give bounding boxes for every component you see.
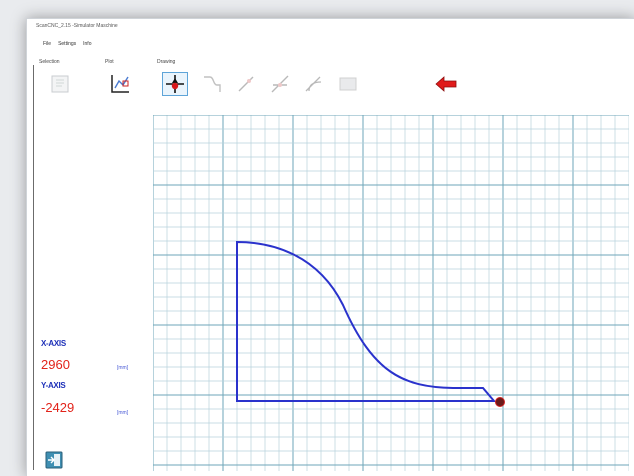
app-window: ScanCNC_2.15 -Simulator Maschine File Se… <box>26 18 634 476</box>
drawing-canvas[interactable] <box>153 115 629 471</box>
select-file-button[interactable] <box>47 72 73 96</box>
rectangle-icon <box>339 77 357 91</box>
document-icon <box>51 75 69 93</box>
contour-icon <box>204 76 221 92</box>
window-title: ScanCNC_2.15 -Simulator Maschine <box>36 23 118 29</box>
sidebar-divider <box>33 65 34 470</box>
intersection-icon <box>271 75 289 93</box>
end-point-marker <box>495 397 505 407</box>
menu-bar: File Settings Info <box>43 41 91 47</box>
group-label-selection: Selection <box>39 59 60 65</box>
exit-button[interactable] <box>43 449 65 471</box>
group-label-drawing: Drawing <box>157 59 176 65</box>
back-button[interactable] <box>433 72 459 96</box>
draw-point-button[interactable] <box>162 72 188 96</box>
x-axis-label: X-AXIS <box>41 339 66 348</box>
draw-line-button[interactable] <box>233 72 259 96</box>
arrow-left-icon <box>435 76 457 92</box>
y-axis-value: -2429 <box>41 400 75 415</box>
menu-item-file[interactable]: File <box>43 41 51 47</box>
x-axis-unit: [mm] <box>117 365 129 371</box>
y-axis-unit: [mm] <box>117 410 129 416</box>
menu-item-settings[interactable]: Settings <box>58 41 76 47</box>
line-icon <box>238 76 254 92</box>
exit-door-icon <box>45 451 63 469</box>
draw-rectangle-button[interactable] <box>335 72 361 96</box>
plot-icon <box>111 75 129 93</box>
arc-icon <box>305 76 322 92</box>
draw-arc-button[interactable] <box>301 72 327 96</box>
x-axis-value: 2960 <box>41 357 70 372</box>
crosshair-point-icon <box>166 75 184 93</box>
group-label-plot: Plot <box>105 59 114 65</box>
draw-intersection-button[interactable] <box>267 72 293 96</box>
draw-contour-button[interactable] <box>199 72 225 96</box>
y-axis-label: Y-AXIS <box>41 381 66 390</box>
menu-item-info[interactable]: Info <box>83 41 91 47</box>
plot-button[interactable] <box>107 72 133 96</box>
grid <box>153 115 629 471</box>
